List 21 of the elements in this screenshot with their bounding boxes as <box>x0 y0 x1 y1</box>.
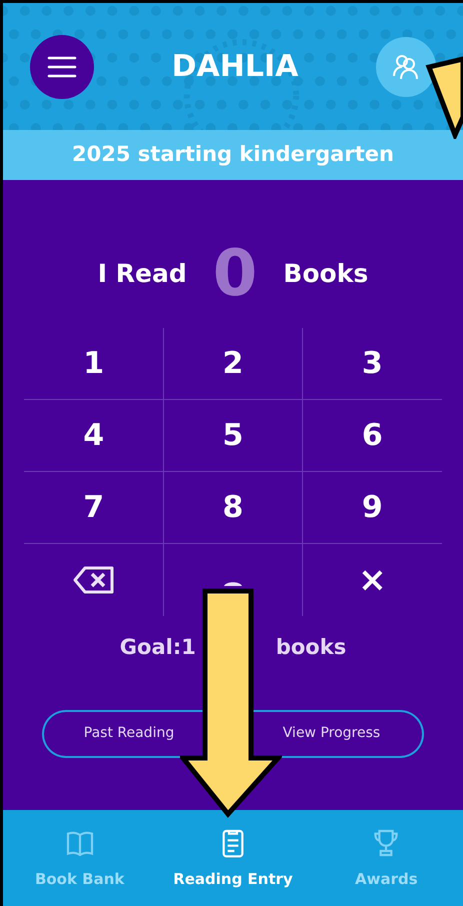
keypad-key[interactable]: 4 <box>24 400 164 472</box>
keypad-key[interactable]: 9 <box>302 472 442 544</box>
counter-prefix: I Read <box>98 258 187 290</box>
keypad-key[interactable]: 5 <box>163 400 303 472</box>
digit-fragment-icon <box>224 580 242 586</box>
keypad-key[interactable]: 3 <box>302 328 442 400</box>
app-title: DAHLIA <box>172 48 298 86</box>
class-banner: 2025 starting kindergarten <box>3 130 463 180</box>
counter-suffix: Books <box>283 258 368 290</box>
keypad-key[interactable]: 7 <box>24 472 164 544</box>
keypad-key[interactable]: 2 <box>163 328 303 400</box>
menu-icon <box>47 56 77 78</box>
people-icon <box>392 54 420 80</box>
keypad-key[interactable]: 6 <box>302 400 442 472</box>
backspace-icon <box>72 565 116 595</box>
keypad-key[interactable]: 1 <box>24 328 164 400</box>
goal-text: Goal:1 <box>120 634 196 661</box>
keypad-key[interactable]: 8 <box>163 472 303 544</box>
clear-key[interactable]: × <box>302 544 442 616</box>
goal-text: books <box>276 634 346 661</box>
book-count: 0 <box>212 242 258 306</box>
